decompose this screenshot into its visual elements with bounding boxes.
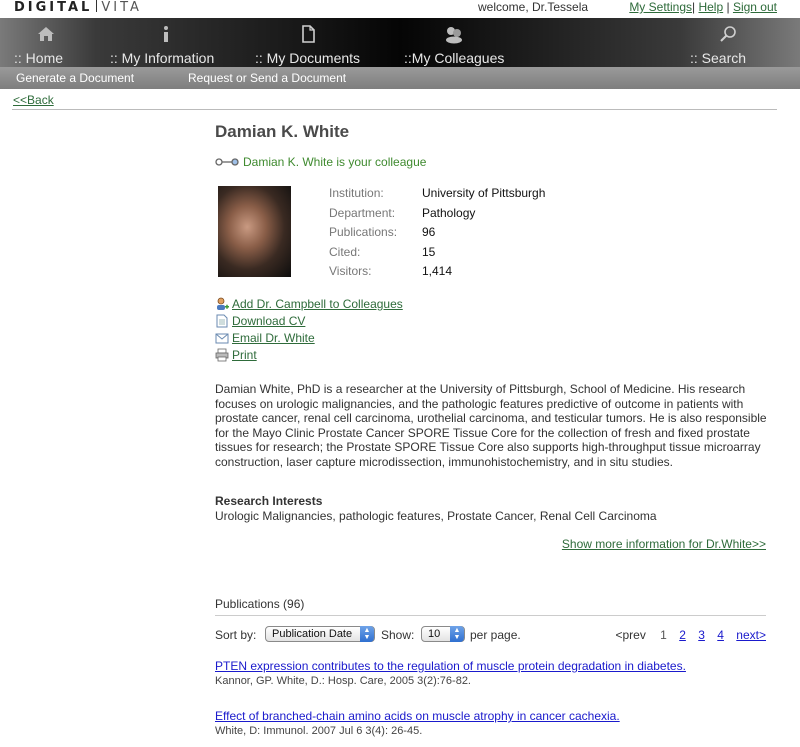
research-interests-heading: Research Interests xyxy=(215,494,323,508)
nav-my-documents-label: :: My Documents xyxy=(255,50,361,66)
sort-by-label: Sort by: xyxy=(215,628,257,642)
nav-home[interactable]: :: Home xyxy=(14,18,94,67)
print-link[interactable]: Print xyxy=(232,348,257,362)
document-icon xyxy=(298,24,318,44)
publication-item: PTEN expression contributes to the regul… xyxy=(215,659,686,687)
info-value: University of Pittsburgh xyxy=(422,186,546,200)
pager-next[interactable]: next> xyxy=(736,628,766,642)
publications-heading: Publications (96) xyxy=(215,597,305,611)
select-arrows-icon: ▲ ▼ xyxy=(450,626,464,642)
publication-citation: Kannor, GP. White, D.: Hosp. Care, 2005 … xyxy=(215,675,471,687)
add-colleague-link[interactable]: Add Dr. Campbell to Colleagues xyxy=(232,297,403,311)
home-icon xyxy=(36,24,56,44)
pager-current: 1 xyxy=(660,628,667,642)
nav-my-information[interactable]: :: My Information xyxy=(110,18,230,67)
colleagues-icon xyxy=(444,24,464,44)
publications-controls: Sort by: Publication Date ▲ ▼ Show: 10 ▲ ▼… xyxy=(215,626,766,644)
page-size-value: 10 xyxy=(428,628,441,640)
select-arrows-icon: ▲ ▼ xyxy=(360,626,374,642)
info-value: 15 xyxy=(422,244,436,259)
pager-page[interactable]: 4 xyxy=(717,628,724,642)
show-more-link[interactable]: Show more information for Dr.White>> xyxy=(562,537,766,551)
nav-my-information-label: :: My Information xyxy=(110,50,215,66)
pager-page[interactable]: 3 xyxy=(698,628,705,642)
colleague-status-text: Damian K. White is your colleague xyxy=(243,155,427,169)
info-value: Pathology xyxy=(422,205,476,220)
info-key: Cited: xyxy=(329,244,361,259)
top-links: My Settings| Help | Sign out xyxy=(629,0,777,14)
profile-photo xyxy=(218,186,291,277)
publication-title-link[interactable]: Effect of branched-chain amino acids on … xyxy=(215,709,620,723)
welcome-text: welcome, Dr.Tessela xyxy=(478,0,589,14)
download-cv-link[interactable]: Download CV xyxy=(232,314,305,328)
per-page-label: per page. xyxy=(470,628,521,642)
colleague-status: Damian K. White is your colleague xyxy=(215,155,426,170)
cv-document-icon xyxy=(215,314,229,328)
request-send-document-link[interactable]: Request or Send a Document xyxy=(188,71,346,85)
logo-digital: DIGITAL xyxy=(14,0,93,15)
profile-bio: Damian White, PhD is a researcher at the… xyxy=(215,382,767,469)
pagination: <prev 1 2 3 4 next> xyxy=(615,628,766,642)
sign-out-link[interactable]: Sign out xyxy=(733,0,777,14)
publication-item: Effect of branched-chain amino acids on … xyxy=(215,709,620,737)
info-key: Visitors: xyxy=(329,264,372,278)
help-link[interactable]: Help xyxy=(698,0,723,14)
nav-search-label: :: Search xyxy=(690,50,747,66)
logo-divider xyxy=(96,0,98,12)
info-value: 96 xyxy=(422,225,436,239)
publications-divider xyxy=(215,615,766,616)
add-colleague-icon xyxy=(215,297,229,311)
printer-icon xyxy=(215,348,229,362)
divider xyxy=(12,109,777,110)
publication-citation: White, D: Immunol. 2007 Jul 6 3(4): 26-4… xyxy=(215,725,423,737)
nav-my-colleagues[interactable]: ::My Colleagues xyxy=(404,18,519,67)
publication-title-link[interactable]: PTEN expression contributes to the regul… xyxy=(215,659,686,673)
nav-my-documents[interactable]: :: My Documents xyxy=(255,18,375,67)
logo[interactable]: DIGITAL VITA xyxy=(14,0,142,15)
back-link[interactable]: <<Back xyxy=(13,93,54,107)
show-label: Show: xyxy=(381,628,415,642)
nav-my-colleagues-label: ::My Colleagues xyxy=(404,50,505,66)
info-value: 1,414 xyxy=(422,264,453,278)
info-key: Publications: xyxy=(329,225,398,239)
main-nav: :: Home :: My Information :: My Document… xyxy=(0,18,800,67)
nav-home-label: :: Home xyxy=(14,50,64,66)
email-link[interactable]: Email Dr. White xyxy=(232,331,315,345)
sort-by-value: Publication Date xyxy=(272,628,353,640)
email-icon xyxy=(215,331,229,345)
page-size-select[interactable]: 10 ▲ ▼ xyxy=(421,626,465,642)
pager-prev[interactable]: <prev xyxy=(615,628,645,642)
generate-document-link[interactable]: Generate a Document xyxy=(16,71,134,85)
sub-nav: Generate a Document Request or Send a Do… xyxy=(0,67,800,89)
sort-by-select[interactable]: Publication Date ▲ ▼ xyxy=(265,626,375,642)
research-interests-text: Urologic Malignancies, pathologic featur… xyxy=(215,509,657,523)
profile-name: Damian K. White xyxy=(215,122,350,141)
logo-vita: VITA xyxy=(101,0,142,15)
info-key: Institution: xyxy=(329,186,384,200)
info-icon xyxy=(156,24,176,44)
search-icon xyxy=(718,24,738,44)
my-settings-link[interactable]: My Settings xyxy=(629,0,692,14)
nav-search[interactable]: :: Search xyxy=(690,18,760,67)
link-separator: | xyxy=(723,0,733,14)
connection-icon xyxy=(215,156,239,170)
top-bar: DIGITAL VITA welcome, Dr.Tessela My Setti… xyxy=(0,0,800,15)
pager-page[interactable]: 2 xyxy=(679,628,686,642)
info-key: Department: xyxy=(329,205,396,220)
